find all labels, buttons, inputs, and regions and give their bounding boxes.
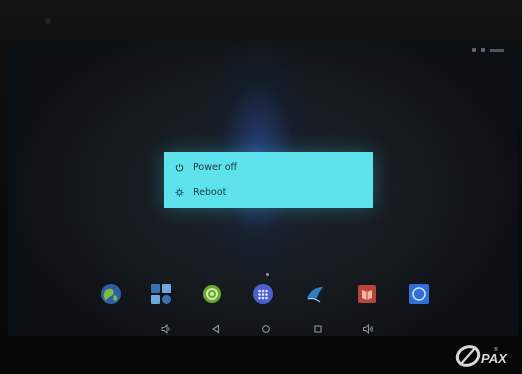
volume-down-icon[interactable] (160, 320, 172, 335)
pax-logo: PAX ® (454, 344, 518, 368)
wifi-icon (481, 48, 485, 52)
camera-app-icon[interactable] (408, 283, 430, 305)
power-menu-dialog: Power off Reboot (164, 152, 373, 208)
navigation-bar (8, 316, 518, 336)
page-indicator (266, 273, 269, 276)
svg-text:®: ® (494, 346, 498, 353)
volume-up-icon[interactable] (362, 320, 374, 335)
back-icon[interactable] (210, 320, 222, 334)
home-icon[interactable] (260, 320, 272, 333)
settings-icon[interactable] (201, 283, 223, 305)
tablet-bezel: Power off Reboot PAX ® (0, 0, 522, 374)
power-off-label: Power off (193, 161, 238, 173)
notification-icon (472, 48, 476, 52)
apps-store-icon[interactable] (150, 283, 172, 305)
book-app-icon[interactable] (356, 283, 378, 305)
status-bar (472, 46, 504, 54)
recents-icon[interactable] (312, 320, 324, 333)
brand-text: PAX (481, 351, 508, 366)
bird-app-icon[interactable] (304, 283, 326, 305)
tablet-screen: Power off Reboot (8, 40, 518, 336)
power-icon (174, 162, 184, 172)
browser-icon[interactable] (100, 283, 122, 305)
front-camera (45, 18, 51, 24)
app-dock (100, 283, 440, 307)
reboot-label: Reboot (193, 186, 227, 198)
power-off-option[interactable]: Power off (164, 154, 373, 180)
reboot-option[interactable]: Reboot (164, 179, 373, 205)
reboot-icon (174, 187, 184, 197)
app-drawer-icon[interactable] (252, 283, 274, 305)
status-clock (490, 48, 504, 52)
